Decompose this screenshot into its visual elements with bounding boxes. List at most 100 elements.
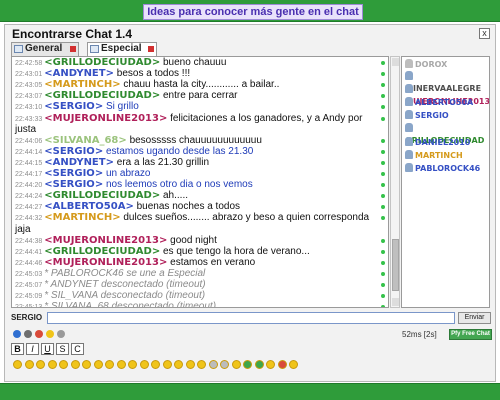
author-name: GRILLODECIUDAD	[52, 245, 152, 257]
timestamp: 22:45:07	[15, 282, 43, 289]
user-icon	[405, 97, 413, 106]
italic-button[interactable]: I	[26, 343, 39, 355]
message-scrollbar[interactable]	[390, 56, 400, 308]
author-name: ANDYNET	[52, 68, 106, 80]
chat-message: 22:44:32 <MARTINCH> dulces sueños........…	[15, 213, 375, 235]
user-item[interactable]: MUJERONLINE2013	[405, 84, 489, 106]
author-close-bracket: >	[158, 234, 168, 246]
emoticon-icon[interactable]	[128, 360, 137, 369]
underline-button[interactable]: U	[41, 343, 54, 355]
user-item[interactable]: GRILLODECIUDAD	[405, 123, 489, 145]
online-dot-icon	[381, 216, 385, 221]
user-item[interactable]: MARTINCH	[405, 150, 489, 162]
message-author[interactable]: <MUJERONLINE2013>	[44, 113, 167, 124]
message-author[interactable]: <ALBERTO50A>	[44, 201, 134, 212]
banner-link[interactable]: Ideas para conocer más gente en el chat	[143, 4, 363, 20]
emoticon-icon[interactable]	[47, 360, 57, 369]
emoticon-icon[interactable]	[174, 360, 183, 369]
strike-button[interactable]: S	[56, 343, 69, 355]
emoticon-icon[interactable]	[162, 360, 172, 369]
emoticon-icon[interactable]	[13, 360, 22, 369]
author-open-bracket: <	[44, 234, 53, 246]
message-author[interactable]: <SERGIO>	[44, 146, 103, 157]
emoticon-icon[interactable]	[116, 360, 126, 369]
message-author[interactable]: <MUJERONLINE2013>	[44, 257, 167, 268]
author-open-bracket: <	[44, 179, 53, 191]
message-log[interactable]: 22:42:58 <GRILLODECIUDAD> bueno chauuu 22:…	[11, 56, 389, 308]
message-author[interactable]: <MARTINCH>	[44, 79, 120, 90]
tab-general[interactable]: General	[11, 42, 79, 56]
author-open-bracket: <	[44, 190, 53, 202]
emoticon-icon[interactable]	[185, 360, 195, 369]
emoticon-icon[interactable]	[36, 360, 45, 369]
close-tab-icon[interactable]	[70, 46, 76, 52]
camera-icon[interactable]	[24, 330, 32, 338]
online-dot-icon	[381, 194, 385, 199]
timestamp: 22:45:03	[15, 270, 43, 278]
emoticon-icon[interactable]	[59, 360, 68, 369]
message-author[interactable]: <ANDYNET>	[44, 68, 114, 79]
message-author[interactable]: <GRILLODECIUDAD>	[44, 190, 160, 201]
smiley-icon[interactable]	[46, 330, 54, 338]
author-open-bracket: <	[44, 134, 53, 146]
message-author[interactable]: <MUJERONLINE2013>	[44, 235, 167, 246]
close-tab-icon[interactable]	[148, 46, 154, 52]
send-button[interactable]: Enviar	[458, 312, 491, 324]
emoticon-icon[interactable]	[139, 360, 149, 369]
emoticon-icon[interactable]	[24, 360, 34, 369]
emoticon-icon[interactable]	[208, 360, 218, 369]
color-button[interactable]: C	[71, 343, 84, 355]
pfy-free-chat-button[interactable]: Pfy Free Chat	[449, 329, 492, 340]
close-icon[interactable]: x	[479, 28, 490, 39]
emoticon-icon[interactable]	[266, 360, 275, 369]
message-author[interactable]: <GRILLODECIUDAD>	[44, 90, 160, 101]
user-item[interactable]: DOROX	[405, 59, 489, 71]
gift-icon[interactable]	[35, 330, 43, 338]
message-author[interactable]: <SERGIO>	[44, 168, 103, 179]
timestamp: 22:44:32	[15, 215, 43, 223]
emoticon-icon[interactable]	[220, 360, 229, 369]
emoticon-icon[interactable]	[277, 360, 287, 369]
timestamp: 22:44:20	[15, 182, 43, 190]
message-author[interactable]: <SERGIO>	[44, 179, 103, 190]
message-author[interactable]: <GRILLODECIUDAD>	[44, 57, 160, 68]
emoticon-icon[interactable]	[70, 360, 80, 369]
settings-icon[interactable]	[57, 330, 65, 338]
emoticon-icon[interactable]	[254, 360, 264, 369]
message-author[interactable]: <SERGIO>	[44, 101, 103, 113]
scroll-thumb[interactable]	[392, 239, 399, 291]
emoticon-icon[interactable]	[289, 360, 298, 369]
emoticon-icon[interactable]	[82, 360, 91, 369]
author-name: SERGIO	[52, 145, 95, 157]
emoticon-icon[interactable]	[105, 360, 114, 369]
window-title: Encontrarse Chat 1.4	[12, 27, 133, 41]
online-dot-icon	[381, 238, 385, 243]
emoticon-icon[interactable]	[93, 360, 103, 369]
user-item[interactable]: SERGIO	[405, 110, 489, 122]
user-icon	[405, 163, 413, 172]
user-item[interactable]: MINERVAALEGRE	[405, 71, 489, 93]
user-item[interactable]: PABLOROCK46	[405, 163, 489, 175]
message-author[interactable]: <MARTINCH>	[44, 212, 120, 224]
message-text: good night	[170, 234, 217, 246]
user-name: DANIEL2010	[415, 138, 471, 147]
author-close-bracket: >	[94, 168, 104, 179]
bold-button[interactable]: B	[11, 343, 24, 355]
message-author[interactable]: <SILVANA_68>	[44, 135, 127, 146]
author-name: MUJERONLINE2013	[52, 256, 159, 268]
emoticon-icon[interactable]	[151, 360, 160, 369]
scroll-down-icon[interactable]	[392, 298, 399, 306]
emoticon-icon[interactable]	[243, 360, 252, 369]
emoticon-icon[interactable]	[197, 360, 206, 369]
emoticon-icon[interactable]	[231, 360, 241, 369]
user-list: DOROX MINERVAALEGRE MUJERONLINE2013 ALBERTO…	[401, 56, 490, 308]
tab-especial[interactable]: Especial	[87, 42, 157, 56]
user-item[interactable]: DANIEL2010	[405, 137, 489, 149]
message-author[interactable]: <ANDYNET>	[44, 157, 114, 168]
message-input[interactable]	[47, 312, 455, 324]
mail-icon[interactable]	[13, 330, 21, 338]
user-item[interactable]: ALBERTO50A	[405, 97, 489, 109]
message-author[interactable]: <GRILLODECIUDAD>	[44, 246, 160, 257]
timestamp: 22:44:41	[15, 248, 43, 256]
scroll-up-icon[interactable]	[392, 58, 399, 66]
